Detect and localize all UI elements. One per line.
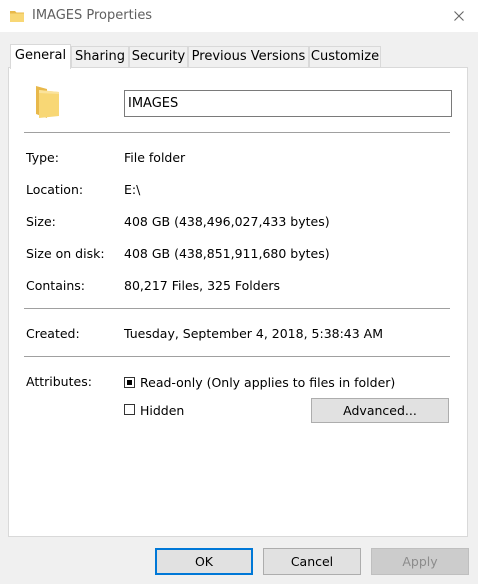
folder-name-input[interactable] [124, 90, 452, 117]
created-label: Created: [26, 326, 80, 341]
cancel-button[interactable]: Cancel [263, 548, 361, 575]
window-title: IMAGES Properties [32, 8, 153, 23]
apply-button[interactable]: Apply [371, 548, 469, 575]
size-on-disk-value: 408 GB (438,851,911,680 bytes) [124, 246, 330, 261]
tab-general[interactable]: General [10, 44, 71, 69]
size-label: Size: [26, 214, 56, 229]
close-button[interactable] [440, 0, 478, 32]
attributes-label: Attributes: [26, 374, 92, 389]
contains-value: 80,217 Files, 325 Folders [124, 278, 281, 293]
created-value: Tuesday, September 4, 2018, 5:38:43 AM [124, 326, 384, 341]
separator [24, 308, 450, 309]
tab-previous-versions[interactable]: Previous Versions [188, 46, 309, 67]
type-label: Type: [26, 150, 59, 165]
separator [24, 356, 450, 357]
tab-security[interactable]: Security [129, 46, 188, 67]
readonly-checkbox[interactable] [124, 377, 135, 388]
tab-sharing[interactable]: Sharing [71, 46, 129, 67]
size-value: 408 GB (438,496,027,433 bytes) [124, 214, 330, 229]
separator [24, 132, 450, 133]
hidden-checkbox[interactable] [124, 404, 135, 415]
type-value: File folder [124, 150, 186, 165]
close-icon [454, 11, 464, 21]
readonly-checkbox-label[interactable]: Read-only (Only applies to files in fold… [140, 375, 395, 390]
tab-strip: General Sharing Security Previous Versio… [8, 44, 468, 69]
size-on-disk-label: Size on disk: [26, 246, 105, 261]
contains-label: Contains: [26, 278, 85, 293]
location-label: Location: [26, 182, 84, 197]
advanced-button[interactable]: Advanced... [311, 398, 449, 423]
location-value: E:\ [124, 182, 141, 197]
hidden-checkbox-label[interactable]: Hidden [140, 403, 184, 418]
folder-icon [10, 11, 24, 22]
tab-customize[interactable]: Customize [309, 46, 381, 67]
ok-button[interactable]: OK [155, 548, 253, 575]
title-bar: IMAGES Properties [0, 0, 478, 32]
general-tab-panel: Type: File folder Location: E:\ Size: 40… [8, 67, 468, 537]
folder-icon [36, 86, 59, 118]
